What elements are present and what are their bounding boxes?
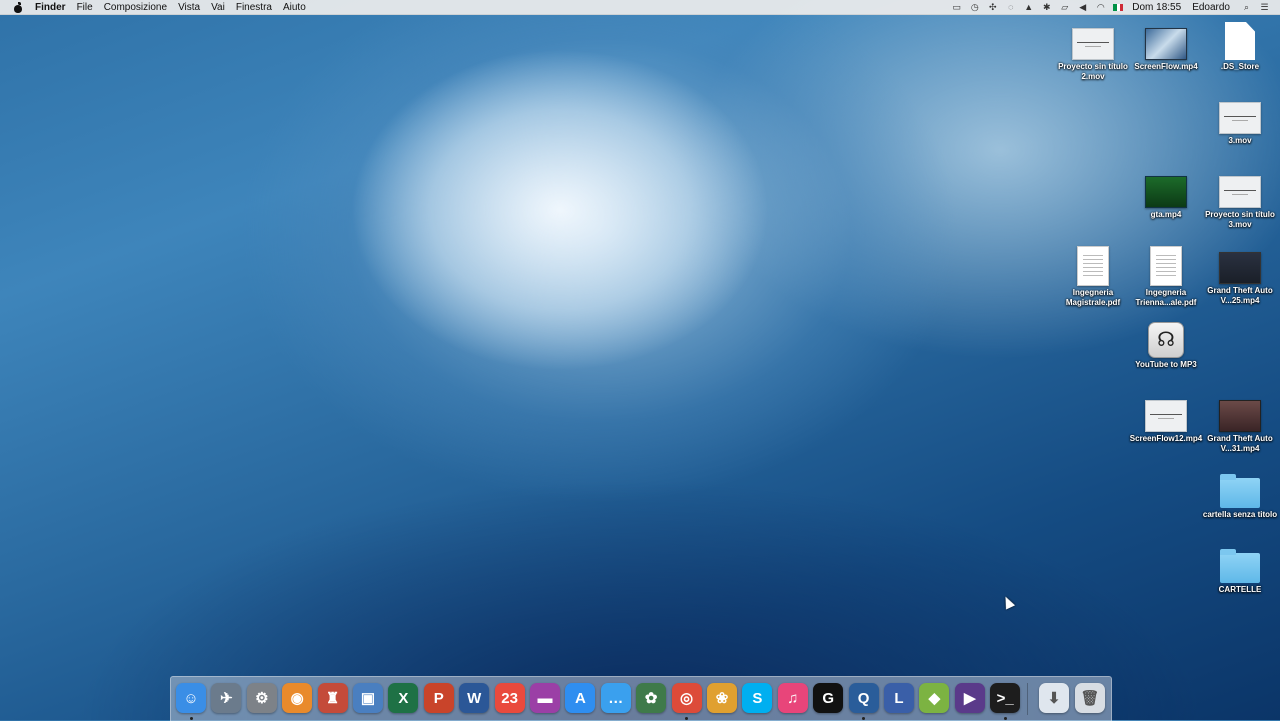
notification-center-icon[interactable]: ☰ bbox=[1259, 2, 1270, 12]
desktop-icon-label: .DS_Store bbox=[1220, 62, 1260, 71]
folder-icon bbox=[1220, 549, 1260, 583]
sync-icon[interactable]: ◌ bbox=[1005, 2, 1016, 12]
menu-user[interactable]: Edoardo bbox=[1192, 2, 1230, 13]
menu-bar: Finder File Composizione Vista Vai Fines… bbox=[0, 0, 1280, 15]
dock-microsoft-excel-icon[interactable]: X bbox=[388, 683, 419, 713]
video-file-icon bbox=[1219, 400, 1261, 432]
desktop-file-icon[interactable]: Grand Theft Auto V...31.mp4 bbox=[1202, 400, 1278, 454]
apple-menu-icon[interactable] bbox=[13, 1, 23, 13]
youtube-to-mp3-app-icon: ☊ bbox=[1148, 322, 1184, 358]
desktop-icon-label: Ingegneria Trienna...ale.pdf bbox=[1135, 288, 1197, 307]
document-icon bbox=[1225, 22, 1255, 60]
menu-view[interactable]: Vista bbox=[178, 2, 200, 13]
desktop-file-icon[interactable]: Proyecto sin título 2.mov bbox=[1055, 28, 1131, 82]
desktop-folder-icon[interactable]: CARTELLE bbox=[1202, 549, 1278, 595]
dock-google-chrome-icon[interactable]: ◎ bbox=[671, 683, 702, 713]
menu-go[interactable]: Vai bbox=[211, 2, 225, 13]
desktop-folder-icon[interactable]: cartella senza titolo bbox=[1202, 474, 1278, 520]
dock: ☺ ✈ ⚙ ◉ ♜ ▣ X P W 23 ▬ A… ✿ ◎ ❀ S ♫ G Q L ◆ ▶ >_ ⬇ 🗑 bbox=[170, 676, 1112, 721]
desktop-icon-label: ScreenFlow12.mp4 bbox=[1129, 434, 1203, 443]
dock-quicktime-player-icon[interactable]: Q bbox=[848, 683, 879, 713]
desktop-icon-label: Ingegneria Magistrale.pdf bbox=[1065, 288, 1121, 307]
dock-app-store-icon[interactable]: A bbox=[565, 683, 596, 713]
dock-preview-icon[interactable]: ▣ bbox=[353, 683, 383, 713]
dock-messages-icon[interactable]: … bbox=[600, 683, 631, 713]
dock-trash-icon[interactable]: 🗑 bbox=[1075, 683, 1105, 713]
desktop-icon-label: CARTELLE bbox=[1218, 585, 1262, 594]
desktop-app-icon[interactable]: ☊ YouTube to MP3 bbox=[1128, 322, 1204, 370]
dock-blender-icon[interactable]: ◉ bbox=[282, 683, 313, 713]
desktop-file-icon[interactable]: ScreenFlow.mp4 bbox=[1128, 28, 1204, 72]
wifi-icon[interactable]: ◠ bbox=[1095, 2, 1106, 12]
desktop-file-icon[interactable]: Ingegneria Trienna...ale.pdf bbox=[1128, 246, 1204, 308]
desktop-file-icon[interactable]: 3.mov bbox=[1202, 102, 1278, 146]
desktop-file-icon[interactable]: ScreenFlow12.mp4 bbox=[1128, 400, 1204, 444]
menu-bar-left: Finder File Composizione Vista Vai Fines… bbox=[0, 0, 317, 14]
dock-separator bbox=[1027, 683, 1028, 715]
pdf-document-icon bbox=[1150, 246, 1182, 286]
gamepad-icon[interactable]: ✣ bbox=[987, 2, 998, 12]
folder-icon bbox=[1220, 474, 1260, 508]
dock-final-cut-pro-icon[interactable]: ▶ bbox=[954, 683, 985, 713]
airplay-icon[interactable]: ▱ bbox=[1059, 2, 1070, 12]
menu-edit[interactable]: Composizione bbox=[104, 2, 167, 13]
dock-calendar-icon[interactable]: 23 bbox=[494, 683, 525, 713]
desktop-file-icon[interactable]: gta.mp4 bbox=[1128, 176, 1204, 220]
menu-app-finder[interactable]: Finder bbox=[35, 2, 66, 13]
video-file-icon bbox=[1145, 176, 1187, 208]
dock-automator-icon[interactable]: ♜ bbox=[317, 683, 348, 713]
dock-final-cut-icon[interactable]: L bbox=[884, 683, 914, 713]
mouse-cursor-icon bbox=[1000, 594, 1016, 610]
dock-downloads-icon[interactable]: ⬇ bbox=[1039, 683, 1069, 713]
menu-help[interactable]: Aiuto bbox=[283, 2, 306, 13]
dock-android-file-transfer-icon[interactable]: ◆ bbox=[919, 683, 950, 713]
desktop-icon-label: ScreenFlow.mp4 bbox=[1134, 62, 1198, 71]
dock-microsoft-powerpoint-icon[interactable]: P bbox=[423, 683, 454, 713]
movie-file-icon bbox=[1219, 176, 1261, 208]
dock-itunes-icon[interactable]: ♫ bbox=[777, 683, 808, 713]
movie-file-icon bbox=[1072, 28, 1114, 60]
menu-window[interactable]: Finestra bbox=[236, 2, 272, 13]
desktop-file-icon[interactable]: Ingegneria Magistrale.pdf bbox=[1055, 246, 1131, 308]
desktop-file-icon[interactable]: Proyecto sin título 3.mov bbox=[1202, 176, 1278, 230]
dock-system-preferences-icon[interactable]: ⚙ bbox=[246, 683, 277, 713]
menu-bar-right: ▭ ◷ ✣ ◌ ▲ ✱ ▱ ◀ ◠ Dom 18:55 Edoardo ⌕ ☰ bbox=[951, 0, 1280, 14]
dock-finder-icon[interactable]: ☺ bbox=[176, 683, 206, 713]
dock-photos-icon[interactable]: ❀ bbox=[707, 683, 737, 713]
dock-skype-icon[interactable]: S bbox=[742, 683, 773, 713]
volume-icon[interactable]: ◀ bbox=[1077, 2, 1088, 12]
desktop-icon-label: YouTube to MP3 bbox=[1135, 360, 1197, 369]
video-file-icon bbox=[1219, 252, 1261, 284]
desktop-file-icon[interactable]: Grand Theft Auto V...25.mp4 bbox=[1202, 252, 1278, 306]
desktop-file-icon[interactable]: .DS_Store bbox=[1202, 22, 1278, 72]
desktop-icon-label: Grand Theft Auto V...25.mp4 bbox=[1207, 286, 1273, 305]
desktop-icon-label: cartella senza titolo bbox=[1202, 510, 1278, 519]
dock-imovie-theater-icon[interactable]: ▬ bbox=[530, 683, 560, 713]
pdf-document-icon bbox=[1077, 246, 1109, 286]
desktop-icon-label: Grand Theft Auto V...31.mp4 bbox=[1207, 434, 1273, 453]
desktop-icon-label: Proyecto sin título 2.mov bbox=[1058, 62, 1128, 81]
movie-file-icon bbox=[1219, 102, 1261, 134]
dock-launchpad-icon[interactable]: ✈ bbox=[211, 683, 242, 713]
screen-record-icon[interactable]: ▭ bbox=[951, 2, 962, 12]
input-source-flag-icon[interactable] bbox=[1113, 3, 1124, 11]
time-machine-icon[interactable]: ◷ bbox=[969, 2, 980, 12]
dock-image-capture-icon[interactable]: ✿ bbox=[636, 683, 667, 713]
alert-icon[interactable]: ▲ bbox=[1023, 2, 1034, 12]
desktop-icon-label: gta.mp4 bbox=[1150, 210, 1182, 219]
bluetooth-icon[interactable]: ✱ bbox=[1041, 2, 1052, 12]
desktop-icon-label: 3.mov bbox=[1228, 136, 1252, 145]
video-file-icon bbox=[1145, 28, 1187, 60]
dock-microsoft-word-icon[interactable]: W bbox=[459, 683, 490, 713]
menu-file[interactable]: File bbox=[77, 2, 93, 13]
dock-terminal-icon[interactable]: >_ bbox=[990, 683, 1021, 713]
menu-clock[interactable]: Dom 18:55 bbox=[1132, 2, 1181, 13]
desktop-icon-label: Proyecto sin título 3.mov bbox=[1205, 210, 1275, 229]
movie-file-icon bbox=[1145, 400, 1187, 432]
spotlight-search-icon[interactable]: ⌕ bbox=[1241, 2, 1252, 12]
dock-gopro-studio-icon[interactable]: G bbox=[813, 683, 844, 713]
